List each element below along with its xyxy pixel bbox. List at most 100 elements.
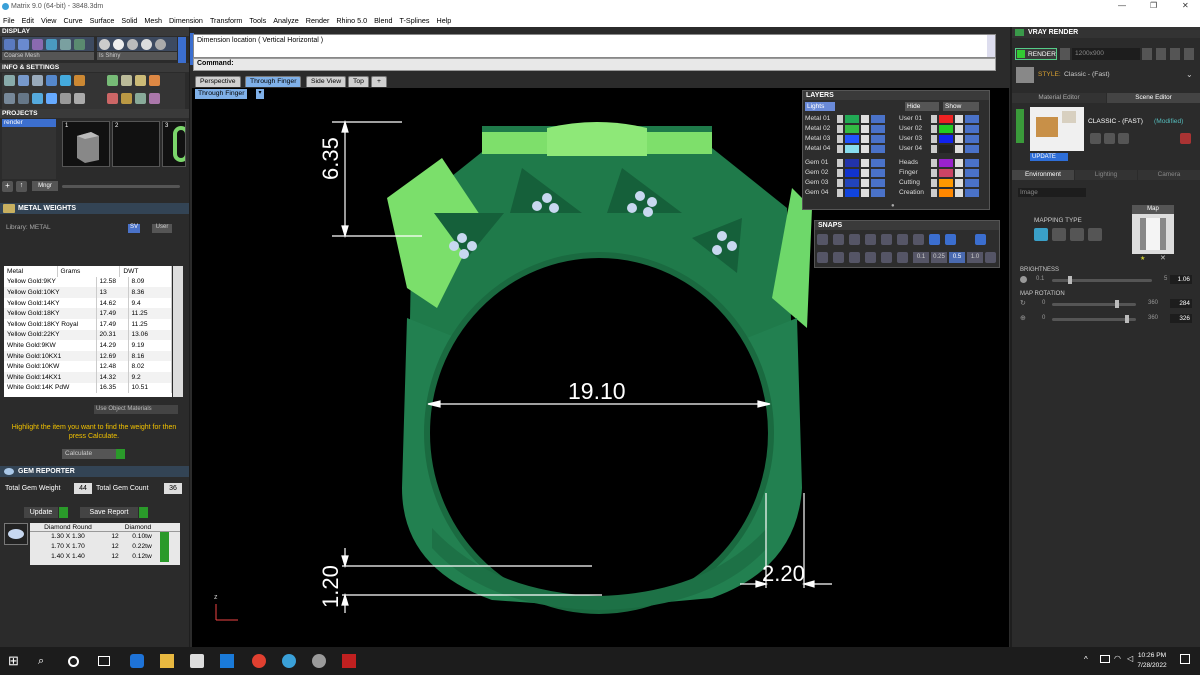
snap-value-0[interactable]: 0.1: [913, 252, 929, 263]
layer-arrow-icon[interactable]: [837, 189, 843, 197]
layer-row[interactable]: Creation: [897, 189, 989, 198]
resolution-link-icon[interactable]: [1142, 48, 1152, 60]
clock-time[interactable]: 10:26 PM: [1132, 652, 1172, 659]
scene-save-icon[interactable]: [1090, 133, 1101, 144]
tools-icon[interactable]: [74, 75, 85, 86]
search-icon[interactable]: ⌕: [38, 654, 52, 668]
layer-lock-icon[interactable]: [955, 159, 963, 167]
layer-color-swatch[interactable]: [939, 145, 953, 153]
environment-select[interactable]: Image: [1018, 188, 1086, 197]
layers-icon[interactable]: [32, 75, 43, 86]
layer-visibility-icon[interactable]: [871, 159, 885, 167]
tray-chevron-icon[interactable]: ^: [1084, 655, 1088, 664]
command-line[interactable]: Command:: [193, 58, 996, 71]
layer-lock-icon[interactable]: [955, 179, 963, 187]
layer-lock-icon[interactable]: [861, 159, 869, 167]
layer-visibility-icon[interactable]: [965, 125, 979, 133]
display-xray-icon[interactable]: [46, 39, 57, 50]
snap-perp-icon[interactable]: [833, 252, 844, 263]
grid-icon[interactable]: [18, 75, 29, 86]
layer-color-swatch[interactable]: [939, 135, 953, 143]
layer-visibility-icon[interactable]: [965, 115, 979, 123]
layer-visibility-icon[interactable]: [871, 125, 885, 133]
viewport[interactable]: Through Finger ▾ 6.35 19.10 2.20 1.20 z …: [192, 88, 1009, 647]
project-slot-3[interactable]: 3: [162, 121, 186, 167]
tab-through-finger[interactable]: Through Finger: [245, 76, 302, 87]
expand-icon[interactable]: [1184, 48, 1194, 60]
globe-icon[interactable]: [32, 93, 43, 104]
layer-visibility-icon[interactable]: [871, 169, 885, 177]
layer-lock-icon[interactable]: [955, 115, 963, 123]
layer-row[interactable]: User 01: [897, 115, 989, 124]
display-ghost-icon[interactable]: [32, 39, 43, 50]
map-preview[interactable]: [1132, 214, 1174, 254]
resolution-field[interactable]: 1200x900: [1072, 48, 1140, 60]
layer-color-swatch[interactable]: [939, 159, 953, 167]
menu-dimension[interactable]: Dimension: [169, 16, 203, 25]
layer-row[interactable]: User 02: [897, 125, 989, 134]
layer-visibility-icon[interactable]: [965, 169, 979, 177]
rotation2-slider[interactable]: [1052, 318, 1136, 321]
edge-icon[interactable]: [130, 654, 144, 668]
snap-tan-icon[interactable]: [817, 252, 828, 263]
metal-row[interactable]: Yellow Gold:18KY Royal 17.49 11.25: [4, 318, 172, 330]
matrix-app-icon[interactable]: [282, 654, 296, 668]
tab-top[interactable]: Top: [348, 76, 369, 87]
menu-rhino[interactable]: Rhino 5.0: [336, 16, 367, 25]
layer-visibility-icon[interactable]: [965, 135, 979, 143]
filter-icon[interactable]: [46, 93, 57, 104]
add-tab-icon[interactable]: +: [371, 76, 387, 87]
snap-ortho-icon[interactable]: [945, 234, 956, 245]
project-slot-1[interactable]: 1: [62, 121, 110, 167]
layer-arrow-icon[interactable]: [931, 135, 937, 143]
options-icon[interactable]: [149, 93, 160, 104]
layer-arrow-icon[interactable]: [931, 115, 937, 123]
command-scrollbar[interactable]: [987, 35, 995, 57]
maximize-icon[interactable]: ❐: [1150, 1, 1157, 10]
layer-row[interactable]: Cutting: [897, 179, 989, 188]
sv-button[interactable]: SV: [128, 224, 140, 233]
snap-end-icon[interactable]: [817, 234, 828, 245]
menu-edit[interactable]: Edit: [22, 16, 34, 25]
layer-visibility-icon[interactable]: [965, 179, 979, 187]
lights-layer[interactable]: Lights: [805, 102, 835, 111]
metal-row[interactable]: Yellow Gold:10KY 13 8.36: [4, 287, 172, 298]
metal-row[interactable]: Yellow Gold:9KY 12.58 8.09: [4, 276, 172, 288]
cortana-icon[interactable]: [68, 656, 79, 667]
tab-perspective[interactable]: Perspective: [195, 76, 241, 87]
layer-arrow-icon[interactable]: [837, 115, 843, 123]
snap-intersect-icon[interactable]: [897, 234, 908, 245]
tab-lighting[interactable]: Lighting: [1075, 170, 1137, 180]
layer-color-swatch[interactable]: [845, 125, 859, 133]
export-icon[interactable]: [1170, 48, 1180, 60]
metal-row[interactable]: White Gold:14KX1 14.32 9.2: [4, 371, 172, 383]
rotation2-value[interactable]: 326: [1170, 314, 1192, 323]
layer-visibility-icon[interactable]: [871, 189, 885, 197]
menu-solid[interactable]: Solid: [121, 16, 137, 25]
layer-lock-icon[interactable]: [955, 125, 963, 133]
panel-icon[interactable]: [121, 75, 132, 86]
layer-arrow-icon[interactable]: [837, 145, 843, 153]
layer-row[interactable]: User 04: [897, 145, 989, 154]
clock-date[interactable]: 7/28/2022: [1128, 662, 1176, 669]
gem-row-go-icon[interactable]: [160, 542, 169, 552]
map-star-icon[interactable]: ★: [1140, 255, 1145, 262]
scene-load-icon[interactable]: [1104, 133, 1115, 144]
calculate-button[interactable]: Calculate: [62, 449, 116, 459]
layer-arrow-icon[interactable]: [931, 169, 937, 177]
menu-tsplines[interactable]: T-Splines: [400, 16, 430, 25]
layer-row[interactable]: Gem 03: [803, 179, 895, 188]
layer-color-swatch[interactable]: [939, 179, 953, 187]
snap-point-icon[interactable]: [849, 234, 860, 245]
tab-environment[interactable]: Environment: [1012, 170, 1074, 180]
layer-row[interactable]: Metal 01: [803, 115, 895, 124]
layer-row[interactable]: Metal 03: [803, 135, 895, 144]
snap-vertex-icon[interactable]: [865, 252, 876, 263]
menu-view[interactable]: View: [41, 16, 56, 25]
layer-color-swatch[interactable]: [939, 125, 953, 133]
snap-value-1[interactable]: 0.25: [931, 252, 947, 263]
mapping-dome-icon[interactable]: [1070, 228, 1084, 241]
snap-planar-icon[interactable]: [975, 234, 986, 245]
show-button[interactable]: Show: [943, 102, 979, 111]
tab-scene-editor[interactable]: Scene Editor: [1107, 93, 1200, 103]
